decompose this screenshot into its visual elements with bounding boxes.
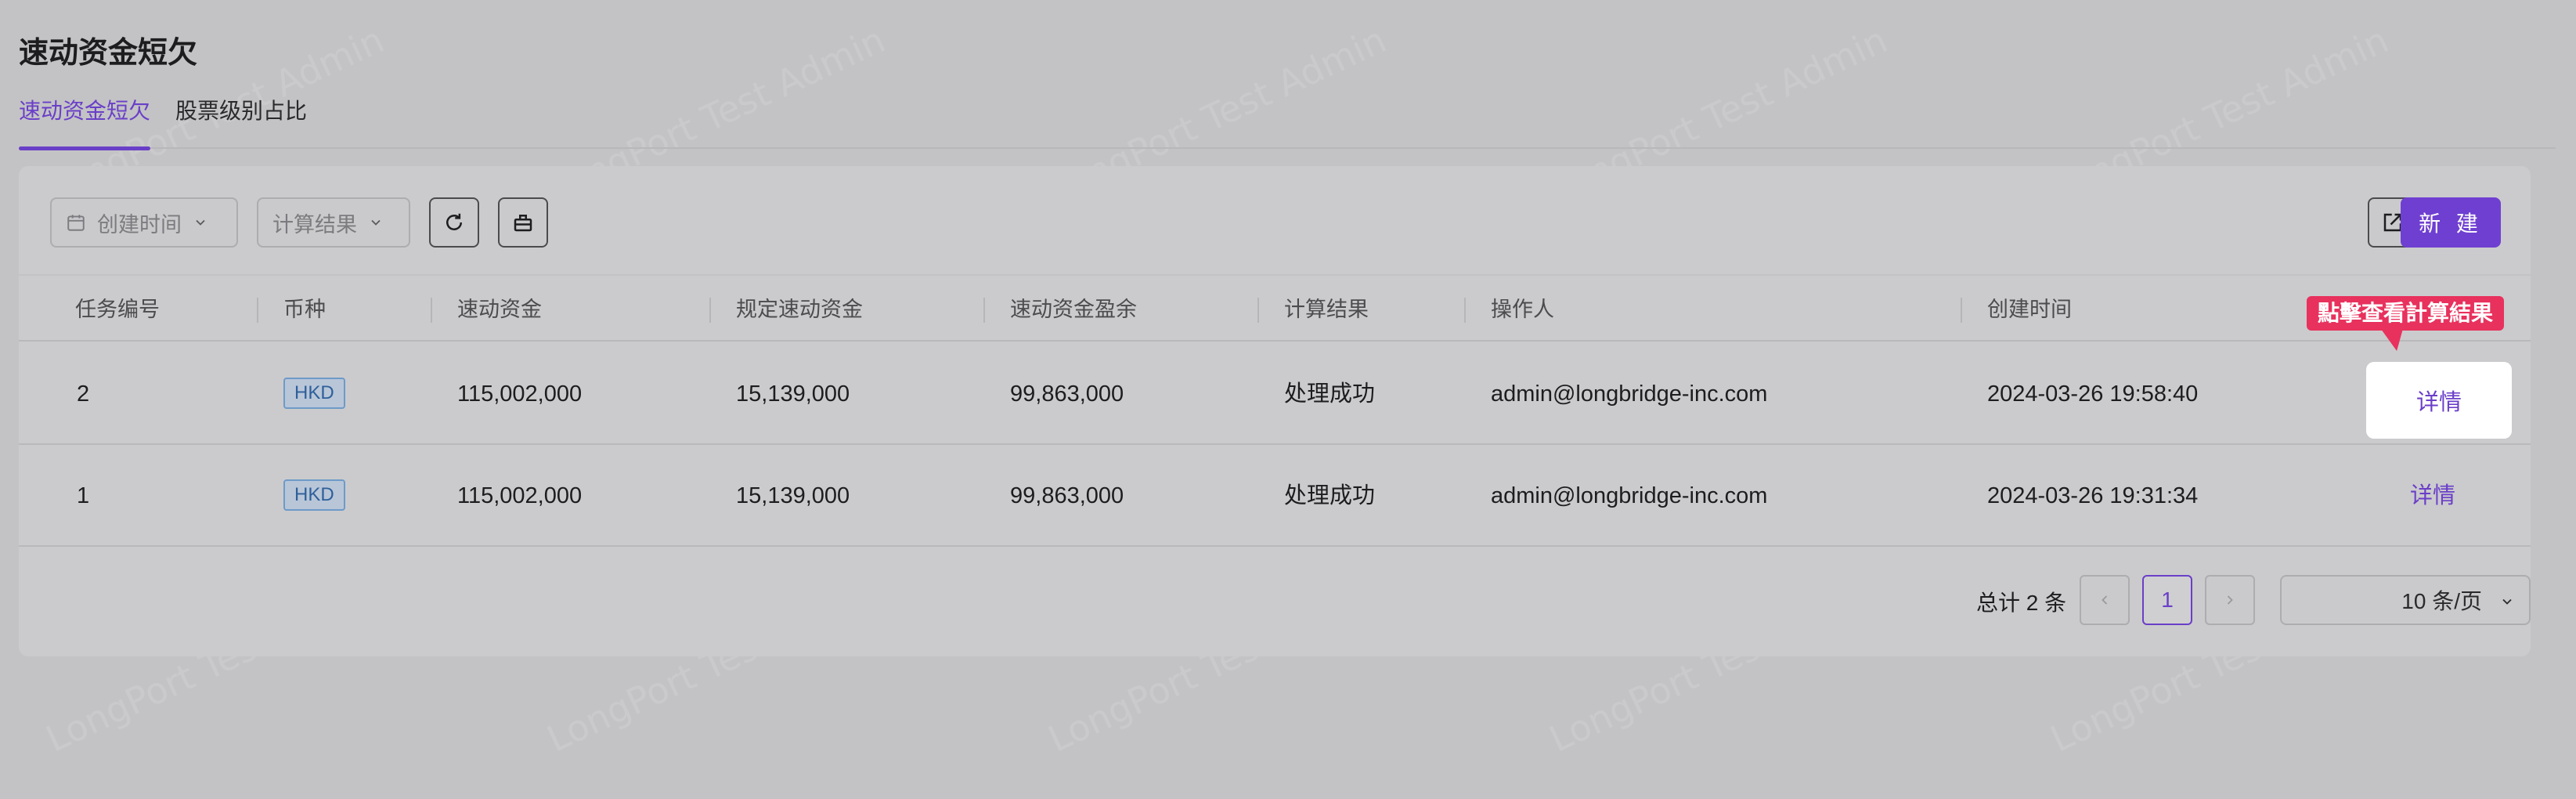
calendar-icon: [67, 215, 85, 231]
column-header: 规定速动资金: [736, 298, 863, 321]
column-divider: [1464, 298, 1466, 323]
cell-operator: admin@longbridge-inc.com: [1491, 483, 1768, 508]
chevron-left-icon: [2102, 595, 2108, 605]
column-header: 操作人: [1491, 298, 1554, 321]
table-row: 1 HKD 115,002,000 15,139,000 99,863,000 …: [19, 445, 2531, 547]
cell-required-liquid-capital: 15,139,000: [736, 381, 850, 407]
chevron-right-icon: [2227, 595, 2233, 605]
cell-liquid-capital: 115,002,000: [457, 483, 583, 508]
pagination-total: 总计 2 条: [1976, 591, 2067, 615]
details-link[interactable]: 详情: [2410, 445, 2455, 547]
currency-tag: HKD: [283, 479, 345, 511]
cell-liquid-capital: 115,002,000: [457, 381, 583, 407]
prev-page-button[interactable]: [2080, 575, 2130, 625]
tab-stock-level-ratio[interactable]: 股票级别占比: [175, 94, 307, 146]
column-header: 速动资金: [457, 298, 542, 321]
page-size-label: 10 条/页: [2401, 589, 2482, 613]
next-page-button[interactable]: [2205, 575, 2255, 625]
chevron-down-icon: [2502, 598, 2512, 605]
column-header: 计算结果: [1284, 298, 1369, 321]
page-root: LongPort Test Admin LongPort Test Admin Lo…: [0, 0, 2576, 799]
cell-surplus: 99,863,000: [1010, 483, 1124, 508]
column-divider: [257, 298, 258, 323]
column-header: 速动资金盈余: [1010, 298, 1137, 321]
column-divider: [431, 298, 432, 323]
cell-surplus: 99,863,000: [1010, 381, 1124, 407]
column-divider: [709, 298, 711, 323]
cell-required-liquid-capital: 15,139,000: [736, 483, 850, 508]
result-filter-label: 计算结果: [272, 212, 357, 237]
currency-tag: HKD: [283, 378, 345, 409]
cell-task-id: 2: [77, 381, 90, 407]
column-divider: [983, 298, 985, 323]
table-header: 任务编号 币种 速动资金 规定速动资金 速动资金盈余 计算结果 操作人 创建时间: [19, 274, 2531, 342]
tab-bar: 速动资金短欠 股票级别占比: [19, 94, 2556, 150]
page-size-select[interactable]: 10 条/页: [2280, 575, 2531, 625]
date-filter-label: 创建时间: [97, 212, 182, 237]
refresh-button[interactable]: [429, 197, 479, 248]
refresh-icon: [446, 213, 462, 230]
tab-liquid-capital-shortfall[interactable]: 速动资金短欠: [19, 94, 151, 150]
date-filter[interactable]: 创建时间: [50, 197, 238, 248]
new-button[interactable]: 新 建: [2401, 197, 2501, 248]
page-number-button[interactable]: 1: [2142, 575, 2192, 625]
column-divider: [1961, 298, 1962, 323]
cell-result: 处理成功: [1284, 381, 1376, 407]
column-header: 任务编号: [75, 298, 160, 321]
cell-task-id: 1: [77, 483, 90, 508]
column-header: 币种: [283, 298, 326, 321]
column-header: 创建时间: [1987, 298, 2072, 321]
clear-filter-button[interactable]: [498, 197, 548, 248]
tutorial-callout: 點擊查看計算結果: [2307, 296, 2505, 331]
cell-result: 处理成功: [1284, 483, 1376, 508]
details-link-highlighted[interactable]: 详情: [2366, 362, 2512, 439]
page-title: 速动资金短欠: [19, 37, 198, 70]
chevron-down-icon: [196, 219, 205, 226]
clear-filter-icon: [514, 215, 532, 232]
cell-created-at: 2024-03-26 19:31:34: [1987, 483, 2199, 508]
chevron-down-icon: [371, 219, 381, 226]
cell-created-at: 2024-03-26 19:58:40: [1987, 381, 2199, 407]
table-card: 创建时间 计算结果 新 建 任务编号 币种 速动资金 规定速动资金 速动资金盈余: [19, 166, 2531, 656]
result-filter[interactable]: 计算结果: [257, 197, 410, 248]
table-row: 2 HKD 115,002,000 15,139,000 99,863,000 …: [19, 343, 2531, 445]
cell-operator: admin@longbridge-inc.com: [1491, 381, 1768, 407]
column-divider: [1257, 298, 1259, 323]
